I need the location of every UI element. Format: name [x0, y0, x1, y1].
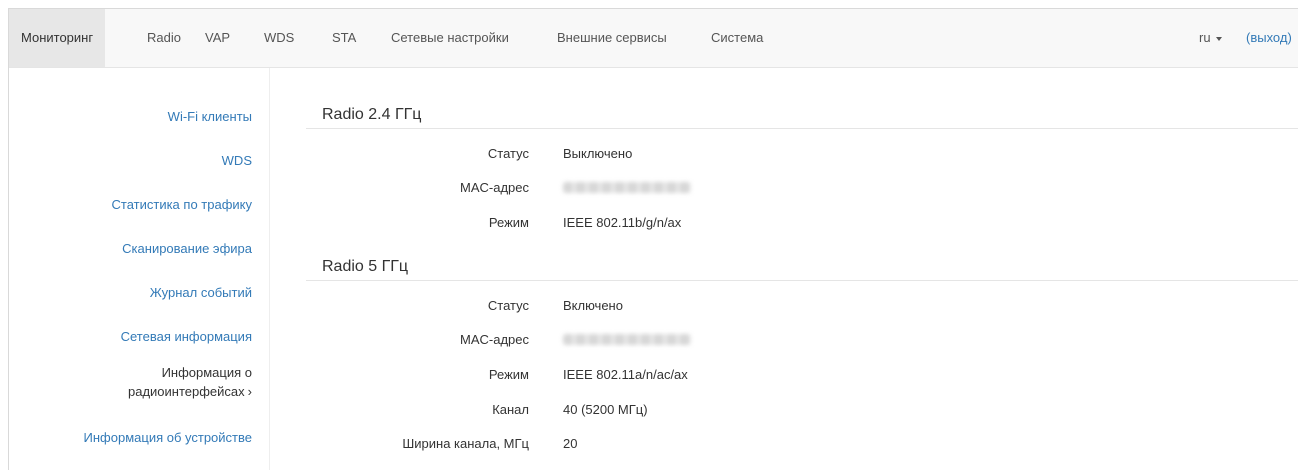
sidebar-item-radio-info-line2: радиоинтерфейсах ›: [127, 384, 252, 399]
field-label-mode: Режим: [488, 367, 529, 382]
nav-tab-network-settings[interactable]: Сетевые настройки: [391, 9, 509, 67]
sidebar-item-wds[interactable]: WDS: [222, 152, 252, 170]
sidebar-item-traffic-stats[interactable]: Статистика по трафику: [112, 196, 252, 214]
nav-tab-wds[interactable]: WDS: [264, 9, 294, 67]
sidebar-item-device-info[interactable]: Информация об устройстве: [84, 429, 252, 447]
nav-tab-system[interactable]: Система: [711, 9, 763, 67]
sidebar: Wi-Fi клиенты WDS Статистика по трафику …: [9, 68, 270, 470]
sidebar-item-radio-info-line1: Информация о: [161, 365, 252, 380]
app-frame: Мониторинг Radio VAP WDS STA Сетевые нас…: [8, 8, 1298, 470]
sidebar-item-wifi-clients[interactable]: Wi-Fi клиенты: [168, 108, 252, 126]
nav-tab-radio[interactable]: Radio: [147, 9, 181, 67]
language-label: ru: [1199, 30, 1211, 45]
section-divider: [306, 280, 1298, 281]
sidebar-item-radio-info[interactable]: Информация о радиоинтерфейсах ›: [128, 363, 252, 401]
field-value-status: Включено: [563, 298, 623, 313]
mac-address-redacted: [563, 334, 691, 345]
section-title-radio5: Radio 5 ГГц: [322, 258, 409, 275]
nav-tab-external-services[interactable]: Внешние сервисы: [557, 9, 667, 67]
caret-down-icon: [1215, 36, 1222, 41]
field-label-channel: Канал: [492, 402, 529, 417]
language-dropdown[interactable]: ru: [1199, 9, 1222, 67]
field-value-channel-width: 20: [563, 436, 578, 451]
section-divider: [306, 128, 1298, 129]
nav-tab-monitoring[interactable]: Мониторинг: [9, 9, 106, 67]
field-label-status: Статус: [487, 298, 529, 313]
field-label-channel-width: Ширина канала, МГц: [402, 436, 529, 451]
field-label-mac: MAC-адрес: [460, 180, 529, 195]
sidebar-item-network-info[interactable]: Сетевая информация: [121, 328, 252, 346]
section-title-radio24: Radio 2.4 ГГц: [322, 106, 422, 123]
logout-link[interactable]: (выход): [1246, 9, 1292, 67]
field-label-mac: MAC-адрес: [460, 332, 529, 347]
field-value-mode: IEEE 802.11a/n/ac/ax: [563, 367, 688, 382]
field-value-status: Выключено: [563, 146, 633, 161]
sidebar-item-event-log[interactable]: Журнал событий: [150, 284, 252, 302]
nav-tab-vap[interactable]: VAP: [205, 9, 230, 67]
mac-address-redacted: [563, 182, 691, 193]
field-label-mode: Режим: [488, 215, 529, 230]
field-value-mode: IEEE 802.11b/g/n/ax: [563, 215, 682, 230]
field-value-channel: 40 (5200 МГц): [563, 402, 648, 417]
top-navbar: Мониторинг Radio VAP WDS STA Сетевые нас…: [9, 9, 1298, 68]
nav-tab-sta[interactable]: STA: [332, 9, 356, 67]
sidebar-item-air-scan[interactable]: Сканирование эфира: [122, 240, 252, 258]
field-label-status: Статус: [487, 146, 529, 161]
chevron-right-icon: ›: [247, 384, 252, 399]
